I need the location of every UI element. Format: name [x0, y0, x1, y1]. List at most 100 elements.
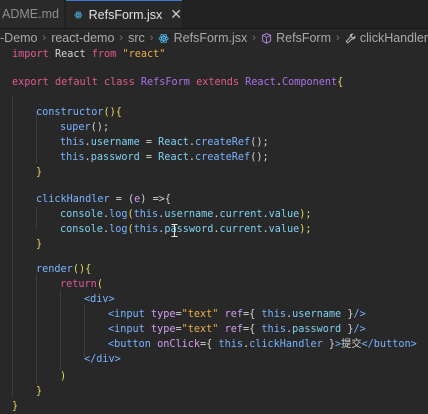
token: }: [341, 324, 354, 335]
token: ();: [90, 122, 110, 133]
code-line: }: [36, 237, 42, 252]
token: </button>: [361, 339, 417, 350]
token: ={: [200, 339, 213, 350]
code-line: constructor(){: [36, 105, 122, 120]
token: );: [299, 224, 312, 235]
chevron-right-icon: ›: [252, 32, 256, 44]
token: this: [60, 152, 85, 163]
breadcrumb-item[interactable]: src: [128, 31, 145, 45]
token: React: [54, 49, 86, 60]
breadcrumb: -Demo › react-demo › src › RefsForm.jsx …: [0, 30, 428, 46]
breadcrumb-item[interactable]: RefsForm: [276, 31, 331, 45]
indent-guide: [36, 274, 37, 384]
close-icon[interactable]: ✕: [170, 6, 182, 23]
token: console: [60, 209, 103, 220]
token: this: [60, 137, 85, 148]
token: clickHandler: [36, 194, 110, 205]
code-editor[interactable]: import React from "react" export default…: [0, 47, 428, 414]
token: }: [12, 401, 19, 412]
tab-readme[interactable]: ADME.md: [0, 0, 64, 28]
token: log: [109, 209, 128, 220]
token: createRef: [194, 137, 251, 148]
code-line: </div>: [84, 352, 121, 367]
token: 提交: [341, 339, 362, 350]
token: clickHandler: [249, 339, 323, 350]
tab-refsform[interactable]: RefsForm.jsx ✕: [66, 0, 182, 28]
token: (: [96, 279, 103, 290]
token: ={: [243, 324, 256, 335]
code-line: ): [60, 369, 66, 384]
tab-bar: ADME.md RefsForm.jsx ✕: [0, 0, 428, 29]
breadcrumb-item[interactable]: clickHandler: [360, 31, 428, 45]
breadcrumb-item[interactable]: RefsForm.jsx: [174, 31, 248, 45]
code-line: console.log(this.username.current.value)…: [60, 207, 312, 222]
token: constructor: [36, 107, 104, 118]
token: "text": [181, 324, 219, 335]
token: createRef: [194, 152, 251, 163]
token: ();: [250, 137, 269, 148]
token: = (: [109, 194, 135, 205]
token: current: [219, 224, 263, 235]
token: ref: [224, 309, 243, 320]
token: type: [150, 324, 176, 335]
token: <div>: [84, 294, 115, 305]
token: Component: [281, 77, 338, 88]
token: }: [36, 239, 43, 250]
code-line: }: [12, 399, 18, 414]
token: <button: [108, 339, 151, 350]
token: React: [245, 77, 276, 88]
token: password: [90, 152, 140, 163]
token: current: [219, 209, 263, 220]
code-line: return(: [60, 277, 103, 292]
chevron-right-icon: ›: [42, 32, 47, 44]
token: console: [60, 224, 103, 235]
token: }: [322, 339, 336, 350]
token: this: [261, 309, 286, 320]
breadcrumb-item[interactable]: react-demo: [51, 31, 114, 45]
token: <input: [108, 324, 145, 335]
token: {: [337, 77, 344, 88]
token: ();: [250, 152, 269, 163]
token: React: [158, 152, 189, 163]
indent-guide: [84, 305, 85, 357]
token: this: [218, 339, 243, 350]
react-icon: [74, 11, 83, 18]
token: onClick: [157, 339, 201, 350]
code-line: <input type="text" ref={ this.password }…: [108, 322, 366, 337]
token: password: [292, 324, 342, 335]
breadcrumb-item[interactable]: -Demo: [0, 31, 38, 45]
token: from: [91, 49, 117, 60]
token: ={: [243, 309, 256, 320]
token: }: [36, 386, 43, 397]
token: type: [150, 309, 176, 320]
token: ) =>{: [140, 194, 171, 205]
code-line: }: [36, 384, 42, 399]
code-line: super();: [60, 120, 109, 135]
chevron-right-icon: ›: [149, 32, 154, 44]
token: username: [164, 209, 214, 220]
token: }: [36, 167, 43, 178]
token: username: [292, 309, 342, 320]
token: username: [90, 137, 140, 148]
token: import: [12, 49, 49, 60]
code-line: render(){: [36, 262, 91, 277]
code-line: export default class RefsForm extends Re…: [12, 75, 343, 90]
chevron-right-icon: ›: [119, 32, 124, 44]
code-line: <div>: [84, 292, 115, 307]
token: ): [60, 371, 67, 382]
token: ref: [224, 324, 243, 335]
token: "react": [122, 49, 166, 60]
token: extends: [196, 77, 239, 88]
token: value: [268, 224, 300, 235]
code-line: }: [36, 165, 42, 180]
token: }: [341, 309, 354, 320]
token: <input: [108, 309, 145, 320]
indent-guide: [12, 95, 13, 397]
token: "text": [181, 309, 219, 320]
token: (){: [72, 264, 92, 275]
token: this: [133, 224, 159, 235]
code-line: <button onClick={ this.clickHandler }>提交…: [108, 337, 417, 352]
code-line: console.log(this.password.current.value)…: [60, 222, 312, 237]
token: />: [353, 324, 366, 335]
code-line: this.password = React.createRef();: [60, 150, 269, 165]
